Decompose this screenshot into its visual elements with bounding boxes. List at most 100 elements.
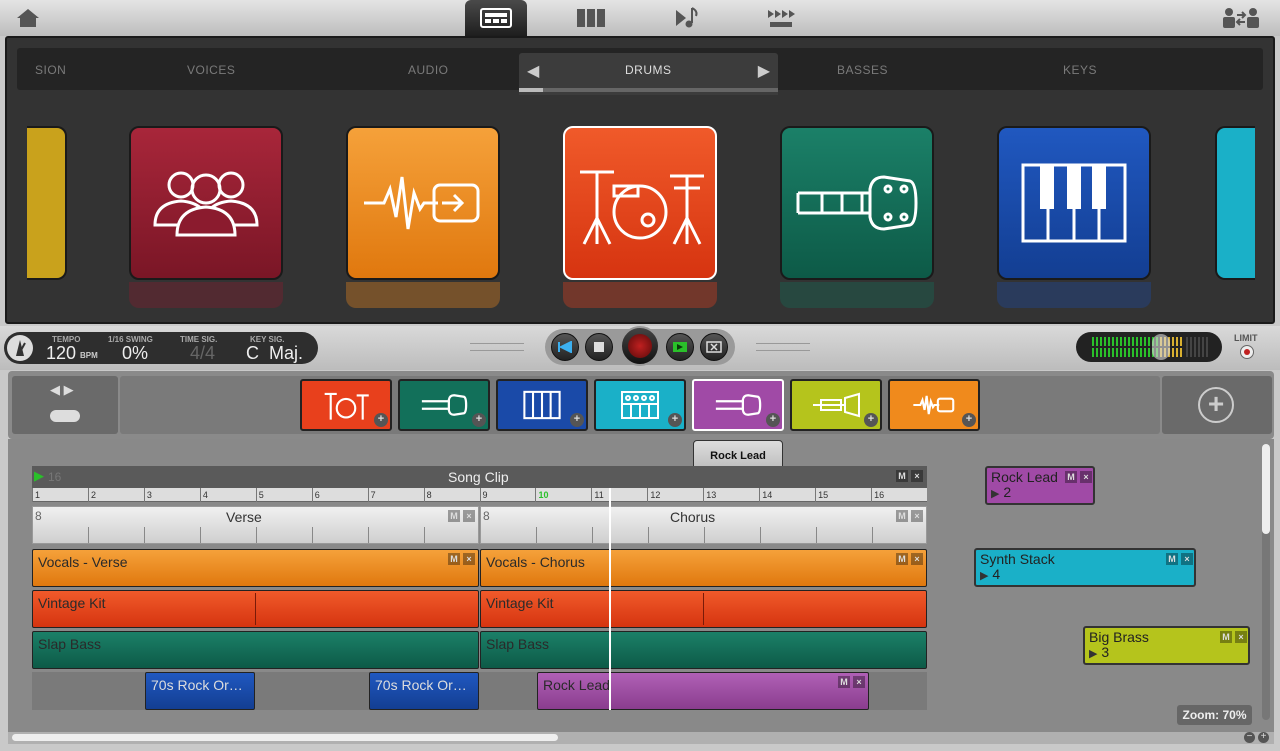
clip-vocals-chorus[interactable]: Vocals - Chorus M × xyxy=(480,549,927,587)
remove-button[interactable]: × xyxy=(1181,553,1193,565)
play-icon[interactable]: ▶ xyxy=(1089,648,1097,660)
tempo-value[interactable]: 120 xyxy=(46,343,76,364)
category-sion[interactable]: SION xyxy=(35,63,66,77)
mute-button[interactable]: M xyxy=(1166,553,1178,565)
clip-vintage-kit[interactable]: Vintage Kit xyxy=(480,590,927,628)
bar-ruler[interactable]: 1 2 3 4 5 6 7 8 9 10 11 12 13 14 15 16 xyxy=(32,488,927,502)
clip-label: Vintage Kit xyxy=(486,595,554,611)
swing-value[interactable]: 0% xyxy=(122,343,148,364)
song-settings-display[interactable]: TEMPO 120 BPM 1/16 SWING 0% TIME SIG. 4/… xyxy=(4,332,318,364)
category-voices[interactable]: VOICES xyxy=(187,63,235,77)
clip-vocals-verse[interactable]: Vocals - Verse M × xyxy=(32,549,479,587)
clip-70s-rock-organ[interactable]: 70s Rock Or… xyxy=(145,672,255,710)
instrument-guitar[interactable]: + xyxy=(692,379,784,431)
remove-button[interactable]: × xyxy=(1080,471,1092,483)
keyboard-icon[interactable] xyxy=(50,410,80,422)
timesig-value[interactable]: 4/4 xyxy=(190,343,215,364)
remove-button[interactable]: × xyxy=(911,553,923,565)
mixer-tab-icon[interactable] xyxy=(573,0,611,36)
mute-button[interactable]: M xyxy=(448,553,460,565)
synth-icon xyxy=(621,391,659,419)
category-selected[interactable]: ◀ DRUMS ▶ xyxy=(519,53,778,95)
play-icon[interactable] xyxy=(666,333,694,361)
free-clip-synth-stack[interactable]: Synth Stack ▶ 4 M × xyxy=(974,548,1196,587)
instrument-keys[interactable]: + xyxy=(496,379,588,431)
mute-button[interactable]: M xyxy=(838,676,850,688)
section-verse[interactable]: 8 Verse M × xyxy=(32,506,479,544)
remove-button[interactable]: × xyxy=(853,676,865,688)
mute-button[interactable]: M xyxy=(1220,631,1232,643)
limit-toggle[interactable] xyxy=(1240,345,1254,359)
remove-button[interactable]: × xyxy=(463,510,475,522)
clip-slap-bass[interactable]: Slap Bass xyxy=(32,631,479,669)
composer-tab-icon[interactable] xyxy=(670,0,704,36)
play-icon[interactable]: ▶ xyxy=(980,570,988,582)
tile-keys[interactable] xyxy=(997,126,1151,280)
mute-button[interactable]: M xyxy=(896,470,908,482)
home-icon[interactable] xyxy=(12,0,44,36)
zoom-indicator: Zoom: 70% xyxy=(1177,705,1252,725)
tile-basses[interactable] xyxy=(780,126,934,280)
add-track-icon[interactable]: + xyxy=(1198,387,1234,423)
volume-knob[interactable] xyxy=(1152,334,1170,360)
mute-button[interactable]: M xyxy=(1065,471,1077,483)
record-icon xyxy=(628,334,652,358)
instrument-drums[interactable]: + xyxy=(300,379,392,431)
next-arrow-icon[interactable]: ▶ xyxy=(758,61,770,81)
clip-vintage-kit[interactable]: Vintage Kit xyxy=(32,590,479,628)
clip-slap-bass[interactable]: Slap Bass xyxy=(480,631,927,669)
free-clip-rock-lead[interactable]: Rock Lead ▶ 2 M × xyxy=(985,466,1095,505)
section-chorus[interactable]: 8 Chorus M × xyxy=(480,506,927,544)
add-icon[interactable]: + xyxy=(374,413,388,427)
stop-icon[interactable] xyxy=(585,333,613,361)
add-icon[interactable]: + xyxy=(766,413,780,427)
free-clip-big-brass[interactable]: Big Brass ▶ 3 M × xyxy=(1083,626,1250,665)
instrument-brass[interactable]: + xyxy=(790,379,882,431)
prev-arrow-icon[interactable]: ◀ xyxy=(527,61,539,81)
tile-drums[interactable] xyxy=(563,126,717,280)
category-basses[interactable]: BASSES xyxy=(837,63,888,77)
tile-voices[interactable] xyxy=(129,126,283,280)
zoom-out-icon[interactable]: − xyxy=(1244,732,1255,743)
loops-tab-icon[interactable] xyxy=(764,0,798,36)
mute-button[interactable]: M xyxy=(448,510,460,522)
remove-button[interactable]: × xyxy=(911,510,923,522)
instrument-bass[interactable]: + xyxy=(398,379,490,431)
keysig-value[interactable]: C Maj. xyxy=(246,343,303,364)
share-icon[interactable] xyxy=(1220,0,1262,36)
add-icon[interactable]: + xyxy=(864,413,878,427)
category-audio[interactable]: AUDIO xyxy=(408,63,449,77)
add-icon[interactable]: + xyxy=(962,413,976,427)
instrument-synth[interactable]: + xyxy=(594,379,686,431)
mute-button[interactable]: M xyxy=(896,510,908,522)
tile-partial-right[interactable] xyxy=(1215,126,1255,280)
clip-70s-rock-organ[interactable]: 70s Rock Or… xyxy=(369,672,479,710)
mute-button[interactable]: M xyxy=(896,553,908,565)
horizontal-scrollbar[interactable]: − + xyxy=(8,732,1274,744)
add-icon[interactable]: + xyxy=(472,413,486,427)
play-loop-icon[interactable]: ▶ xyxy=(34,468,44,484)
add-icon[interactable]: + xyxy=(668,413,682,427)
rewind-icon[interactable] xyxy=(551,333,579,361)
scroll-thumb[interactable] xyxy=(12,734,558,741)
remove-button[interactable]: × xyxy=(1235,631,1247,643)
track-nav-arrows-icon[interactable]: ◀ ▶ xyxy=(50,382,74,398)
instrument-audio[interactable]: + xyxy=(888,379,980,431)
tile-partial-left[interactable] xyxy=(27,126,67,280)
song-clip-header[interactable]: ▶ 16 Song Clip M × xyxy=(32,466,927,488)
zoom-in-icon[interactable]: + xyxy=(1258,732,1269,743)
category-keys[interactable]: KEYS xyxy=(1063,63,1097,77)
loop-clear-icon[interactable] xyxy=(700,333,728,361)
browser-tab-icon[interactable] xyxy=(465,0,527,36)
remove-button[interactable]: × xyxy=(911,470,923,482)
tile-audio[interactable] xyxy=(346,126,500,280)
vertical-scrollbar[interactable] xyxy=(1262,444,1270,720)
add-icon[interactable]: + xyxy=(570,413,584,427)
remove-button[interactable]: × xyxy=(463,553,475,565)
divider xyxy=(470,343,524,351)
play-icon[interactable]: ▶ xyxy=(991,488,999,500)
playhead[interactable] xyxy=(609,488,611,710)
record-button[interactable] xyxy=(620,326,660,366)
metronome-icon[interactable] xyxy=(7,335,33,361)
clip-rock-lead[interactable]: Rock Lead M × xyxy=(537,672,869,710)
